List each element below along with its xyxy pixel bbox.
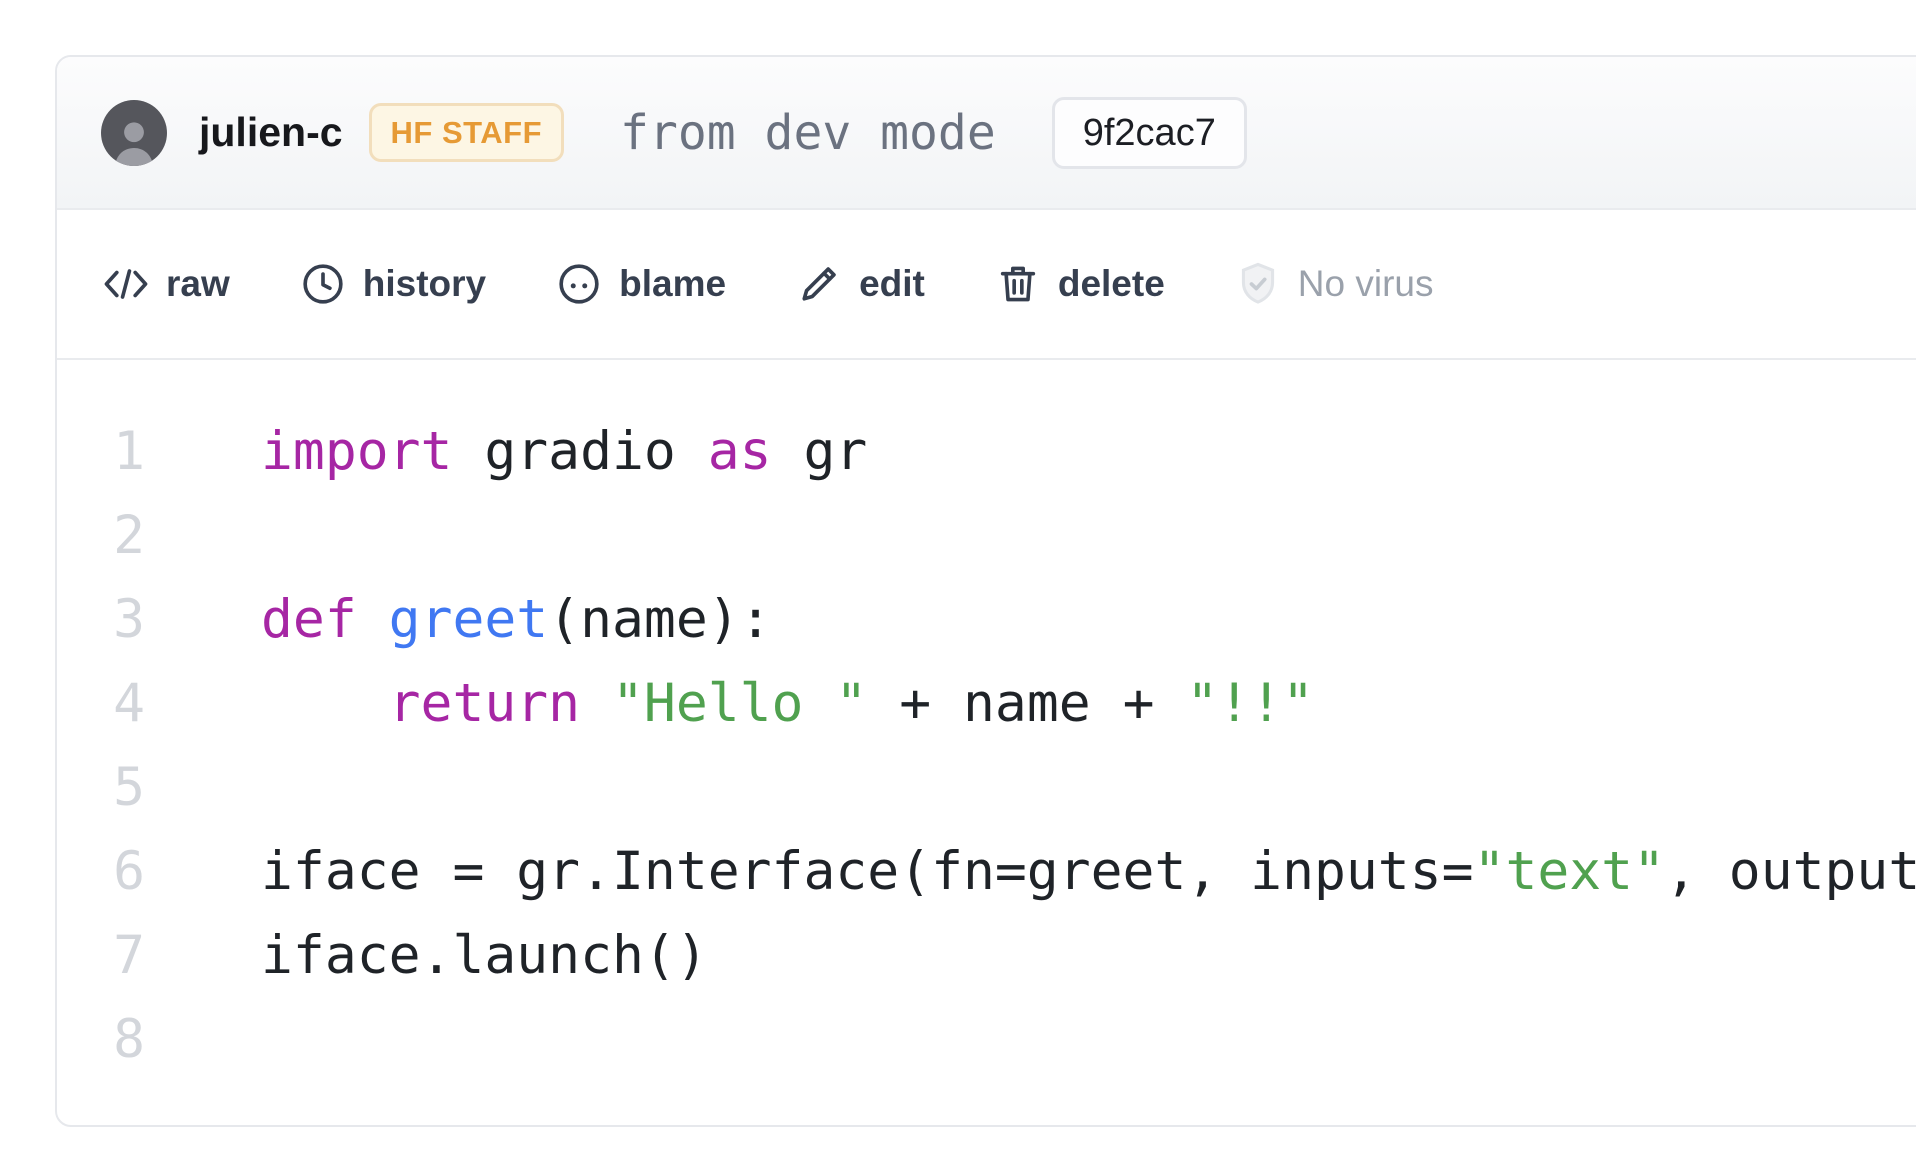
blame-label: blame [619,263,726,305]
file-toolbar: raw history blame edit [57,210,1916,360]
commit-hash-chip[interactable]: 9f2cac7 [1052,97,1247,169]
history-label: history [363,263,486,305]
virus-scan-status[interactable]: No virus [1235,261,1434,307]
code-token: , output [1665,830,1916,914]
edit-label: edit [859,263,925,305]
code-token: greet [389,578,549,662]
code-token: as [708,410,772,494]
code-token [261,662,389,746]
code-token [357,578,389,662]
file-viewer-card: julien-c HF STAFF from dev mode 9f2cac7 … [55,55,1916,1127]
code-line: 8 [103,998,1916,1082]
hf-staff-badge: HF STAFF [369,103,565,162]
delete-button[interactable]: delete [995,261,1165,307]
code-viewer: 1 import gradio as gr 23 def greet(name):4 … [57,360,1916,1082]
code-line: 6 iface = gr.Interface(fn=greet, inputs="… [103,830,1916,914]
code-token: iface.launch() [261,914,708,998]
code-token: import [261,410,452,494]
pencil-icon [796,261,842,307]
code-token: "Hello " [612,662,867,746]
clock-icon [300,261,346,307]
line-number[interactable]: 3 [103,578,145,662]
trash-icon [995,261,1041,307]
commit-header: julien-c HF STAFF from dev mode 9f2cac7 [57,57,1916,210]
code-token: iface = gr.Interface(fn=greet, inputs= [261,830,1474,914]
line-number[interactable]: 8 [103,998,145,1082]
code-token: gradio [452,410,707,494]
code-line: 5 [103,746,1916,830]
commit-author[interactable]: julien-c [199,109,343,156]
code-line: 3 def greet(name): [103,578,1916,662]
line-number[interactable]: 6 [103,830,145,914]
face-icon [556,261,602,307]
no-virus-label: No virus [1298,263,1434,305]
code-line: 1 import gradio as gr [103,410,1916,494]
code-line: 4 return "Hello " + name + "!!" [103,662,1916,746]
code-line: 7 iface.launch() [103,914,1916,998]
code-token: + name + [867,662,1186,746]
raw-button[interactable]: raw [103,261,230,307]
commit-message: from dev mode [620,105,996,161]
line-number[interactable]: 2 [103,494,145,578]
line-number[interactable]: 7 [103,914,145,998]
code-token: (name): [548,578,771,662]
delete-label: delete [1058,263,1165,305]
code-token: return [389,662,580,746]
code-token: "text" [1474,830,1665,914]
blame-button[interactable]: blame [556,261,726,307]
code-token: "!!" [1186,662,1314,746]
raw-label: raw [166,263,230,305]
avatar[interactable] [101,100,167,166]
code-token [580,662,612,746]
code-token: gr [772,410,868,494]
line-number[interactable]: 5 [103,746,145,830]
edit-button[interactable]: edit [796,261,925,307]
code-icon [103,261,149,307]
shield-check-icon [1235,261,1281,307]
code-line: 2 [103,494,1916,578]
person-silhouette-icon [107,112,161,166]
line-number[interactable]: 1 [103,410,145,494]
line-number[interactable]: 4 [103,662,145,746]
history-button[interactable]: history [300,261,486,307]
code-token: def [261,578,357,662]
